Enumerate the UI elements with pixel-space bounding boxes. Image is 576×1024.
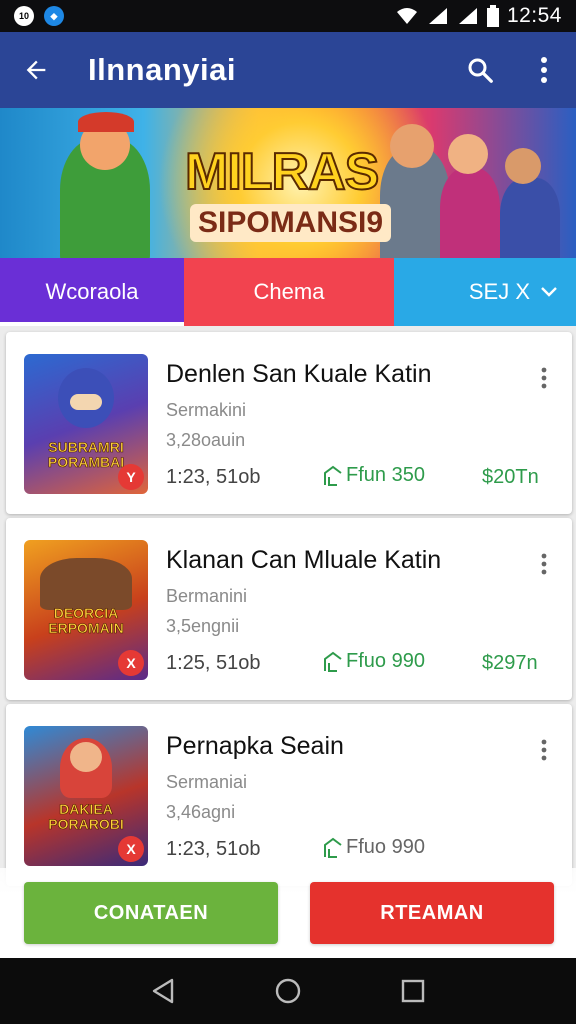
banner-cap-left	[78, 112, 134, 132]
app-name: Pernapka Seain	[166, 732, 344, 760]
page-title: Ilnnanyiai	[88, 52, 236, 87]
chevron-down-icon	[541, 287, 557, 297]
more-vert-icon	[541, 739, 547, 761]
tab-sej-x[interactable]: SEJ X	[394, 258, 576, 326]
app-price: $20Tn	[482, 466, 539, 488]
signal-icon-2	[458, 8, 477, 24]
item-overflow-button[interactable]	[526, 732, 562, 768]
nav-back-button[interactable]	[138, 966, 188, 1016]
tab-label: Chema	[253, 279, 325, 304]
home-circle-icon	[275, 978, 301, 1004]
bottom-action-bar: CONATAEN RTEAMAN	[0, 868, 576, 958]
app-price: $297n	[482, 652, 538, 674]
back-triangle-icon	[152, 978, 173, 1004]
tab-label: Wcoraola	[45, 279, 139, 304]
nav-home-button[interactable]	[263, 966, 313, 1016]
more-vert-icon	[541, 57, 547, 83]
banner-character-right-3	[500, 178, 560, 258]
item-overflow-button[interactable]	[526, 360, 562, 396]
list-item[interactable]: DAKIEA PORAROBI X Pernapka Seain Sermani…	[6, 704, 572, 886]
item-overflow-button[interactable]	[526, 546, 562, 582]
app-size: 1:23, 51ob	[166, 838, 261, 860]
download-icon	[324, 837, 342, 858]
thumbnail-characters	[40, 558, 132, 610]
app-developer: Bermanini	[166, 586, 248, 606]
system-nav-bar	[0, 958, 576, 1024]
more-vert-icon	[541, 367, 547, 389]
notification-icon: 10	[14, 6, 34, 26]
download-icon	[324, 651, 342, 672]
status-time: 12:54	[506, 4, 562, 27]
app-bar: Ilnnanyiai	[0, 32, 576, 108]
app-bar-actions	[448, 32, 576, 108]
recents-square-icon	[402, 979, 425, 1003]
status-right: 12:54	[395, 4, 562, 28]
download-icon	[324, 465, 342, 486]
download-count-text: Ffuo 990	[346, 650, 425, 672]
app-size: 1:23, 51ob	[166, 466, 261, 488]
list-item[interactable]: SUBRAMRI PORAMBAI Y Denlen San Kuale Kat…	[6, 332, 572, 514]
list-item[interactable]: DEORCIA ERPOMAIN X Klanan Can Mluale Kat…	[6, 518, 572, 700]
tab-chema[interactable]: Chema	[184, 258, 394, 326]
wifi-icon	[396, 8, 417, 24]
app-name: Klanan Can Mluale Katin	[166, 546, 442, 574]
thumbnail-face	[70, 742, 102, 772]
thumbnail-title: DEORCIA ERPOMAIN	[48, 605, 124, 636]
thumbnail-badge: X	[118, 650, 144, 676]
signal-icon	[428, 8, 447, 24]
search-button[interactable]	[448, 32, 512, 108]
download-count: Ffuo 990	[322, 650, 425, 673]
banner-logo-subtitle: SIPOMANSI9	[190, 204, 392, 242]
category-tabs: Wcoraola Chema SEJ X	[0, 258, 576, 326]
app-thumbnail: DAKIEA PORAROBI X	[24, 726, 148, 866]
tab-label: SEJ X	[468, 279, 530, 304]
app-thumbnail: SUBRAMRI PORAMBAI Y	[24, 354, 148, 494]
thumbnail-badge: Y	[118, 464, 144, 490]
banner-character-right-2	[440, 168, 500, 258]
arrow-back-icon	[26, 60, 46, 80]
back-button[interactable]	[0, 32, 72, 108]
search-icon	[468, 58, 493, 83]
download-count: Ffun 350	[322, 464, 425, 487]
tab-wcoraola[interactable]: Wcoraola	[0, 258, 184, 326]
app-notification-icon: ◆	[44, 6, 64, 26]
download-count: Ffuo 990	[322, 836, 425, 859]
banner-head-right-2	[448, 134, 488, 174]
app-size: 1:25, 51ob	[166, 652, 261, 674]
nav-recents-button[interactable]	[388, 966, 438, 1016]
download-count-text: Ffun 350	[346, 464, 425, 486]
contain-button[interactable]: CONATAEN	[24, 882, 278, 944]
thumbnail-title: DAKIEA PORAROBI	[48, 801, 124, 832]
banner-logo-title: MILRAS	[184, 142, 380, 202]
overflow-menu-button[interactable]	[512, 32, 576, 108]
app-name: Denlen San Kuale Katin	[166, 360, 432, 388]
download-count-text: Ffuo 990	[346, 836, 425, 858]
app-rating: 3,46agni	[166, 802, 236, 822]
app-thumbnail: DEORCIA ERPOMAIN X	[24, 540, 148, 680]
thumbnail-badge: X	[118, 836, 144, 862]
thumbnail-face	[70, 394, 102, 410]
rteaman-button[interactable]: RTEAMAN	[310, 882, 554, 944]
app-rating: 3,5engnii	[166, 616, 240, 636]
status-bar: 10 ◆ 12:54	[0, 0, 576, 32]
app-rating: 3,28oauin	[166, 430, 246, 450]
more-vert-icon	[541, 553, 547, 575]
banner-head-right-3	[505, 148, 541, 184]
featured-banner[interactable]: MILRAS SIPOMANSI9	[0, 108, 576, 258]
app-developer: Sermaniai	[166, 772, 248, 792]
battery-icon	[486, 5, 499, 27]
banner-head-right-1	[390, 124, 434, 168]
app-developer: Sermakini	[166, 400, 247, 420]
